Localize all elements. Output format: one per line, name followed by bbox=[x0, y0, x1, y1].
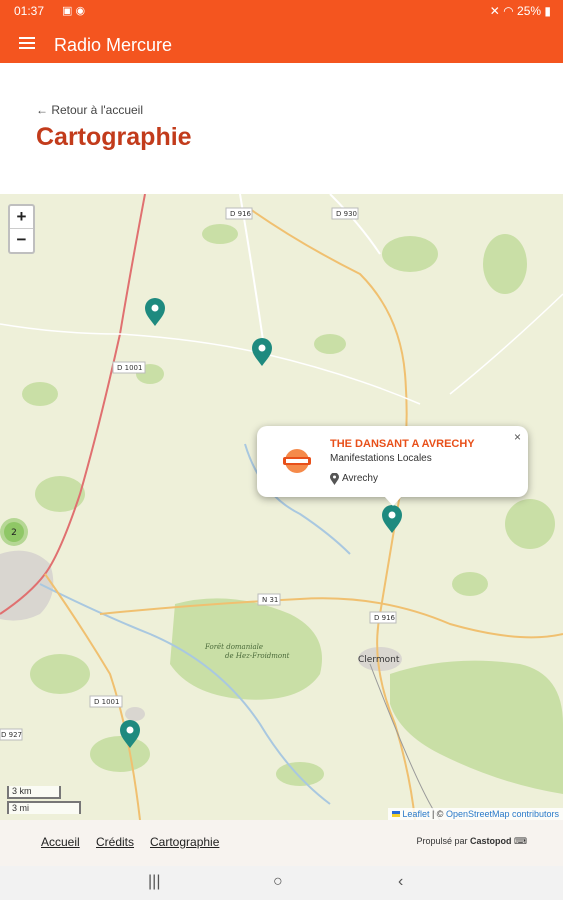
recent-apps-button[interactable]: ||| bbox=[148, 873, 160, 891]
map-view[interactable]: D 916 D 930 D 1001 N 31 D 916 D 1001 D 9… bbox=[0, 194, 563, 820]
popup-category: Manifestations Locales bbox=[330, 453, 432, 464]
map-attribution: Leaflet | © OpenStreetMap contributors bbox=[387, 808, 563, 820]
app-title: Radio Mercure bbox=[54, 35, 173, 55]
status-time: 01:37 bbox=[14, 4, 45, 18]
back-to-home-link[interactable]: ← Retour à l'accueil bbox=[36, 103, 143, 117]
location-pin-icon bbox=[330, 473, 339, 485]
zoom-out-button[interactable]: − bbox=[10, 229, 33, 252]
ukraine-flag-icon bbox=[391, 811, 400, 817]
road-label-3: N 31 bbox=[262, 596, 278, 604]
zoom-control: + − bbox=[8, 204, 35, 254]
scale-km: 3 km bbox=[7, 786, 61, 799]
map-tiles[interactable]: D 916 D 930 D 1001 N 31 D 916 D 1001 D 9… bbox=[0, 194, 563, 820]
zoom-in-button[interactable]: + bbox=[10, 206, 33, 229]
footer-link-credits[interactable]: Crédits bbox=[96, 835, 134, 849]
map-popup: THE DANSANT A AVRECHY Manifestations Loc… bbox=[257, 426, 528, 506]
battery-icon: ▮ bbox=[544, 4, 551, 18]
popup-close-button[interactable]: × bbox=[514, 430, 521, 444]
scale-mi: 3 mi bbox=[7, 801, 81, 814]
road-label-1: D 930 bbox=[336, 210, 357, 218]
road-label-5: D 1001 bbox=[94, 698, 119, 706]
popup-title[interactable]: THE DANSANT A AVRECHY bbox=[330, 438, 475, 450]
footer-link-cartographie[interactable]: Cartographie bbox=[150, 835, 219, 849]
place-label-clermont: Clermont bbox=[358, 655, 400, 665]
road-label-6: D 927 bbox=[1, 731, 22, 739]
page-header: ← Retour à l'accueil Cartographie bbox=[0, 63, 563, 194]
page-title-text: Cartographie bbox=[36, 123, 192, 151]
road-label-0: D 916 bbox=[230, 210, 252, 218]
app-bar: Radio Mercure bbox=[0, 22, 563, 63]
powered-by[interactable]: Propulsé par Castopod ⌨ bbox=[416, 836, 527, 847]
back-button[interactable]: ‹ bbox=[398, 873, 403, 891]
site-footer: Accueil Crédits Cartographie Propulsé pa… bbox=[0, 820, 563, 866]
popup-location: Avrechy bbox=[342, 473, 378, 484]
notification-icons: ▣ ◉ bbox=[62, 5, 86, 17]
leaflet-link[interactable]: Leaflet bbox=[402, 809, 429, 819]
wifi-icon: ◠ bbox=[503, 4, 514, 18]
powered-prefix: Propulsé par bbox=[416, 836, 468, 846]
road-label-4: D 916 bbox=[374, 614, 396, 622]
footer-link-accueil[interactable]: Accueil bbox=[41, 835, 80, 849]
home-button[interactable]: ○ bbox=[273, 873, 283, 891]
battery-level: 25% bbox=[517, 4, 542, 18]
attribution-sep: | © bbox=[429, 809, 446, 819]
road-label-2: D 1001 bbox=[117, 364, 142, 372]
page-title: Cartographie bbox=[34, 123, 196, 152]
android-nav-bar: ||| ○ ‹ bbox=[0, 866, 563, 900]
marker-cluster[interactable]: 2 bbox=[0, 518, 28, 546]
radio-mercure-logo-icon bbox=[283, 449, 311, 473]
cluster-count: 2 bbox=[11, 528, 17, 538]
powered-brand: Castopod bbox=[469, 836, 512, 846]
mute-icon: ✕ bbox=[489, 4, 500, 18]
castopod-icon: ⌨ bbox=[514, 836, 527, 846]
osm-link[interactable]: OpenStreetMap contributors bbox=[446, 809, 559, 819]
hamburger-menu-icon[interactable] bbox=[19, 37, 37, 49]
status-right: ✕ ◠ 25% ▮ bbox=[490, 4, 551, 18]
status-bar: 01:37 ▣ ◉ ✕ ◠ 25% ▮ bbox=[0, 0, 563, 22]
